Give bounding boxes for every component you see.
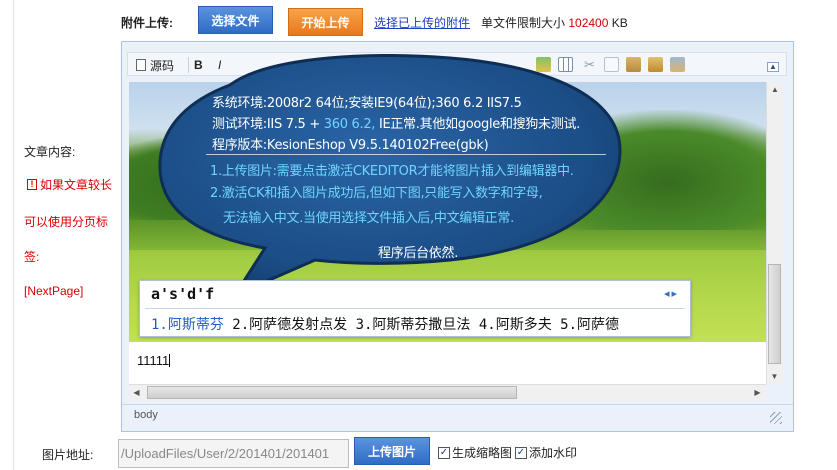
limit-unit: KB (611, 16, 628, 30)
upload-image-button[interactable]: 上传图片 (354, 437, 430, 465)
start-upload-button[interactable]: 开始上传 (288, 8, 363, 36)
paste-text-icon[interactable] (648, 57, 663, 72)
content-label: 文章内容: (24, 145, 76, 159)
bubble-line-6: 无法输入中文.当使用选择文件插入后,中文编辑正常. (223, 211, 514, 226)
bubble-line-7: 程序后台依然. (378, 246, 459, 261)
generate-thumbnail-checkbox[interactable]: ✓ 生成缩略图 (438, 444, 512, 461)
scroll-up-arrow-icon[interactable]: ▲ (767, 82, 783, 97)
hint-text-1: 如果文章较长 (40, 178, 113, 192)
attach-label: 附件上传: (121, 16, 173, 30)
bubble-line-4: 1.上传图片:需要点击激活CKEDITOR才能将图片插入到编辑器中. (210, 164, 574, 179)
add-watermark-checkbox[interactable]: ✓ 添加水印 (515, 444, 577, 461)
bubble-line-3: 程序版本:KesionEshop V9.5.140102Free(gbk) (212, 138, 489, 153)
element-path[interactable]: body (134, 409, 158, 421)
watermark-checkbox-label: 添加水印 (529, 446, 578, 460)
ime-candidates-rest[interactable]: 2.阿萨德发射点发 3.阿斯蒂芬撒旦法 4.阿斯多夫 5.阿萨德 (224, 317, 619, 333)
hint-line-1: ! 如果文章较长 (27, 176, 112, 193)
vertical-scroll-thumb[interactable] (768, 264, 781, 364)
scroll-left-arrow-icon[interactable]: ◀ (129, 385, 144, 400)
hint-line-3: 签: (24, 250, 40, 264)
editor-body-text: 11111 (137, 353, 171, 368)
ime-composition-text: a's'd'f (151, 285, 215, 303)
bubble-line-5: 2.激活CK和插入图片成功后,但如下图,只能写入数字和字母, (210, 186, 543, 201)
scroll-down-arrow-icon[interactable]: ▼ (766, 369, 783, 384)
ime-page-arrows[interactable]: ◂▸ (664, 287, 679, 300)
limit-value: 102400 (568, 16, 609, 30)
ime-candidates[interactable]: 1.阿斯蒂芬 2.阿萨德发射点发 3.阿斯蒂芬撒旦法 4.阿斯多夫 5.阿萨德 (151, 314, 619, 334)
checkbox-checked-icon[interactable]: ✓ (515, 446, 527, 459)
warning-icon: ! (27, 179, 37, 190)
checkbox-checked-icon[interactable]: ✓ (438, 446, 450, 459)
bubble-divider (206, 154, 606, 155)
file-size-limit: 单文件限制大小 102400 KB (481, 14, 628, 31)
ime-divider (145, 308, 685, 309)
limit-prefix: 单文件限制大小 (481, 16, 566, 30)
source-icon (136, 59, 146, 71)
hint-nextpage-tag: [NextPage] (24, 284, 84, 298)
ime-candidate-1[interactable]: 1.阿斯蒂芬 (151, 317, 224, 333)
image-address-input[interactable]: /UploadFiles/User/2/201401/201401 (118, 439, 349, 468)
horizontal-scroll-thumb[interactable] (147, 386, 517, 399)
scroll-right-arrow-icon[interactable]: ▶ (750, 385, 765, 400)
left-border-line (13, 0, 14, 470)
toolbar-collapse-button[interactable]: ▲ (767, 62, 779, 72)
bubble-line-2b: 360 6.2, (323, 117, 376, 132)
bubble-line-2: 测试环境:IIS 7.5 + 360 6.2, IE正常.其他如google和搜… (212, 113, 580, 132)
bubble-line-1: 系统环境:2008r2 64位;安装IE9(64位);360 6.2 IIS7.… (212, 96, 522, 111)
resize-grip-icon[interactable] (770, 412, 782, 424)
paste-word-icon[interactable] (670, 57, 685, 72)
bubble-line-2c: IE正常.其他如google和搜狗未测试. (375, 117, 580, 132)
select-file-button[interactable]: 选择文件 (198, 6, 273, 34)
thumbnail-checkbox-label: 生成缩略图 (452, 446, 513, 460)
text-caret (169, 354, 171, 367)
select-uploaded-attachment-link[interactable]: 选择已上传的附件 (374, 14, 470, 31)
image-address-label: 图片地址: (42, 448, 94, 462)
hint-line-2: 可以使用分页标 (24, 215, 109, 229)
bubble-line-2a: 测试环境:IIS 7.5 + (212, 117, 324, 132)
editor-status-bar (122, 404, 793, 428)
body-text-value: 11111 (137, 353, 170, 368)
